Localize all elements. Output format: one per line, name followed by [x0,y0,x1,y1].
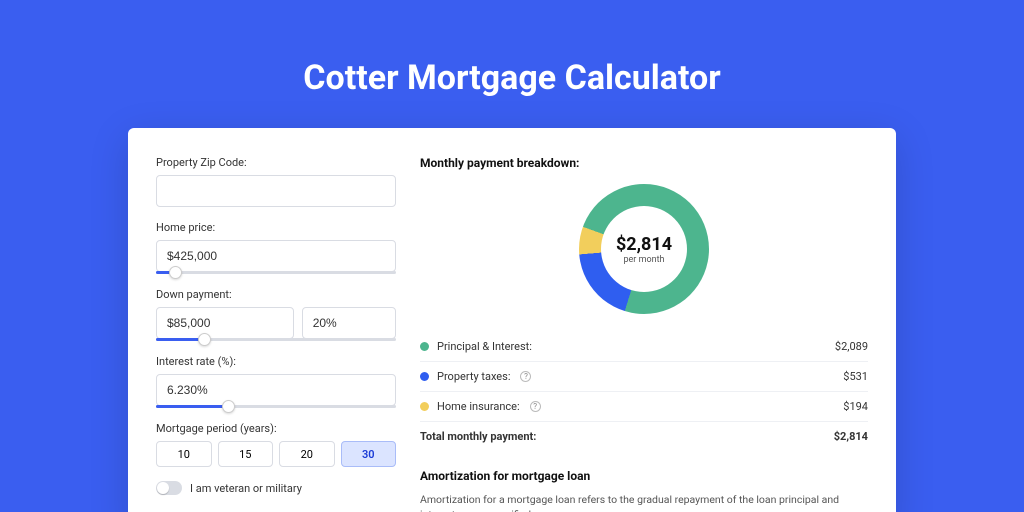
legend-row: Home insurance:? $194 [420,392,868,422]
legend-row: Principal & Interest: $2,089 [420,332,868,362]
breakdown-panel: Monthly payment breakdown: $2,814 per mo… [420,156,868,512]
interest-rate-input[interactable] [156,374,396,406]
legend-dot-icon [420,342,429,351]
donut-sublabel: per month [623,255,664,265]
form-panel: Property Zip Code: Home price: Down paym… [156,156,396,512]
mortgage-period-option-15[interactable]: 15 [218,441,274,467]
interest-rate-slider-thumb[interactable] [222,400,235,413]
legend-label: Home insurance: [437,400,520,413]
home-price-slider-thumb[interactable] [169,266,182,279]
zip-input[interactable] [156,175,396,207]
breakdown-legend: Principal & Interest: $2,089 Property taxe… [420,332,868,422]
veteran-toggle[interactable] [156,481,182,495]
donut-amount: $2,814 [616,234,672,255]
legend-value: $531 [843,370,868,383]
info-icon[interactable]: ? [530,401,541,412]
interest-rate-label: Interest rate (%): [156,355,396,368]
legend-dot-icon [420,402,429,411]
legend-label: Property taxes: [437,370,510,383]
total-value: $2,814 [834,430,868,443]
legend-value: $194 [843,400,868,413]
info-icon[interactable]: ? [520,371,531,382]
down-payment-label: Down payment: [156,288,396,301]
legend-value: $2,089 [835,340,868,353]
down-payment-input[interactable] [156,307,294,339]
amortization-title: Amortization for mortgage loan [420,469,868,483]
interest-rate-slider[interactable] [156,405,396,408]
mortgage-period-label: Mortgage period (years): [156,422,396,435]
down-payment-slider-thumb[interactable] [198,333,211,346]
home-price-label: Home price: [156,221,396,234]
breakdown-title: Monthly payment breakdown: [420,156,868,170]
mortgage-period-option-10[interactable]: 10 [156,441,212,467]
total-row: Total monthly payment: $2,814 [420,422,868,451]
calculator-card: Property Zip Code: Home price: Down paym… [128,128,896,512]
mortgage-period-option-30[interactable]: 30 [341,441,397,467]
page-title: Cotter Mortgage Calculator [0,0,1024,118]
legend-row: Property taxes:? $531 [420,362,868,392]
legend-label: Principal & Interest: [437,340,532,353]
zip-label: Property Zip Code: [156,156,396,169]
amortization-text: Amortization for a mortgage loan refers … [420,493,868,512]
legend-dot-icon [420,372,429,381]
veteran-toggle-label: I am veteran or military [190,482,302,495]
down-payment-slider[interactable] [156,338,396,341]
payment-donut-chart: $2,814 per month [579,184,709,314]
amortization-section: Amortization for mortgage loan Amortizat… [420,469,868,512]
down-payment-pct-input[interactable] [302,307,396,339]
home-price-slider[interactable] [156,271,396,274]
mortgage-period-option-20[interactable]: 20 [279,441,335,467]
total-label: Total monthly payment: [420,430,536,443]
home-price-input[interactable] [156,240,396,272]
mortgage-period-options: 10152030 [156,441,396,467]
